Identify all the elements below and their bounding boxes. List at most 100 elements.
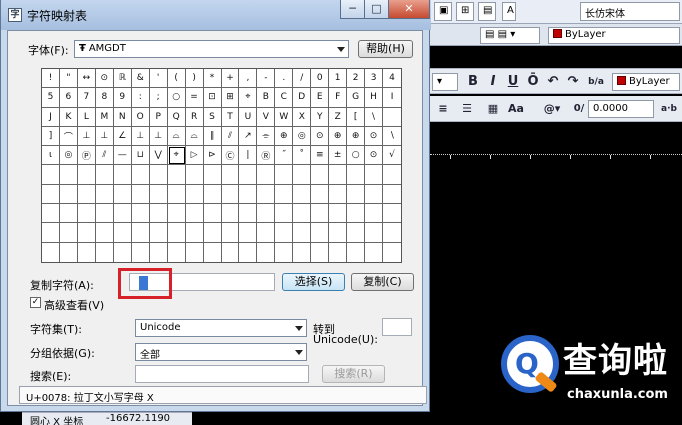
- char-cell[interactable]: [293, 242, 312, 262]
- cad-tool-icon[interactable]: A: [502, 2, 516, 21]
- char-cell[interactable]: [185, 223, 204, 243]
- char-cell[interactable]: [149, 204, 168, 224]
- char-cell[interactable]: [383, 223, 401, 243]
- char-cell[interactable]: ˝: [275, 146, 294, 166]
- char-cell[interactable]: [131, 165, 150, 185]
- char-cell[interactable]: [95, 223, 114, 243]
- dialog-titlebar[interactable]: 字 字符映射表 ─ □ ✕: [1, 0, 431, 30]
- char-cell[interactable]: [311, 242, 330, 262]
- char-cell[interactable]: [59, 223, 78, 243]
- char-cell[interactable]: [95, 165, 114, 185]
- char-cell[interactable]: [275, 184, 294, 205]
- char-cell[interactable]: [167, 204, 186, 224]
- char-cell[interactable]: [42, 223, 60, 243]
- char-cell[interactable]: C: [275, 88, 294, 108]
- char-cell[interactable]: [239, 165, 258, 185]
- char-cell[interactable]: [186, 242, 204, 262]
- char-cell[interactable]: ⊥: [77, 126, 96, 147]
- char-cell[interactable]: [311, 184, 330, 205]
- advanced-view-checkbox[interactable]: ✓: [30, 297, 41, 308]
- char-cell[interactable]: [60, 242, 78, 262]
- font-combo[interactable]: Ŧ AMGDT: [74, 40, 349, 58]
- char-cell[interactable]: M: [95, 107, 114, 127]
- char-cell[interactable]: T: [221, 107, 240, 127]
- char-cell[interactable]: G: [347, 88, 366, 108]
- char-cell[interactable]: [293, 223, 312, 243]
- char-cell[interactable]: [257, 223, 276, 243]
- char-cell[interactable]: [167, 165, 186, 185]
- char-cell[interactable]: ↔: [77, 69, 96, 89]
- char-cell[interactable]: =: [185, 88, 204, 108]
- char-cell[interactable]: ≡: [311, 146, 330, 166]
- cad-tool-icon[interactable]: ▤: [478, 2, 496, 21]
- minimize-button[interactable]: ─: [340, 0, 365, 19]
- char-cell[interactable]: 4: [383, 69, 401, 89]
- char-cell[interactable]: [221, 184, 240, 205]
- char-cell[interactable]: [: [347, 107, 366, 127]
- char-cell[interactable]: [257, 242, 276, 262]
- char-cell[interactable]: ⌒: [59, 126, 78, 147]
- char-cell[interactable]: [347, 165, 366, 185]
- char-cell[interactable]: ◎: [59, 146, 78, 166]
- char-cell[interactable]: R: [185, 107, 204, 127]
- char-cell[interactable]: ⊳: [203, 146, 222, 166]
- char-cell[interactable]: [257, 184, 276, 205]
- char-cell[interactable]: [221, 204, 240, 224]
- char-cell[interactable]: [185, 165, 204, 185]
- char-cell[interactable]: 9: [113, 88, 132, 108]
- bold-button[interactable]: B: [466, 74, 480, 90]
- char-cell[interactable]: [131, 223, 150, 243]
- char-cell[interactable]: [42, 242, 60, 262]
- char-cell[interactable]: [311, 165, 330, 185]
- char-cell[interactable]: U: [239, 107, 258, 127]
- char-cell[interactable]: [149, 223, 168, 243]
- char-cell[interactable]: [365, 165, 384, 185]
- char-cell[interactable]: [221, 165, 240, 185]
- text-color-combo[interactable]: ByLayer: [612, 73, 680, 91]
- char-cell[interactable]: [293, 184, 312, 205]
- text-ruler[interactable]: [430, 154, 682, 166]
- char-cell[interactable]: [113, 204, 132, 224]
- char-cell[interactable]: ⌯: [257, 126, 276, 147]
- char-cell[interactable]: ⊥: [131, 126, 150, 147]
- char-cell[interactable]: [149, 184, 168, 205]
- char-cell[interactable]: /: [293, 69, 312, 89]
- search-input[interactable]: [135, 365, 309, 383]
- redo-icon[interactable]: ↷: [566, 74, 580, 90]
- char-cell[interactable]: ˚: [293, 146, 312, 166]
- char-cell[interactable]: ⊕: [347, 126, 366, 147]
- char-cell[interactable]: 5: [42, 88, 60, 108]
- char-cell[interactable]: X: [293, 107, 312, 127]
- char-cell[interactable]: +: [221, 69, 240, 89]
- char-cell[interactable]: S: [203, 107, 222, 127]
- char-cell[interactable]: B: [257, 88, 276, 108]
- char-cell[interactable]: Y: [311, 107, 330, 127]
- char-cell[interactable]: E: [311, 88, 330, 108]
- char-cell[interactable]: [42, 165, 60, 185]
- char-cell[interactable]: P: [149, 107, 168, 127]
- char-cell[interactable]: [347, 242, 366, 262]
- char-cell[interactable]: ⊔: [131, 146, 150, 166]
- char-cell[interactable]: O: [131, 107, 150, 127]
- char-cell[interactable]: [365, 242, 384, 262]
- char-cell[interactable]: ⫽: [95, 146, 114, 166]
- select-button[interactable]: 选择(S): [282, 273, 345, 291]
- stack-button[interactable]: b/a: [586, 74, 606, 90]
- char-cell[interactable]: ": [59, 69, 78, 89]
- char-cell[interactable]: N: [113, 107, 132, 127]
- char-cell[interactable]: F: [329, 88, 348, 108]
- char-cell[interactable]: [311, 223, 330, 243]
- char-cell[interactable]: D: [293, 88, 312, 108]
- char-cell[interactable]: [293, 165, 312, 185]
- char-cell[interactable]: [329, 242, 348, 262]
- char-cell[interactable]: [239, 184, 258, 205]
- char-cell[interactable]: [131, 184, 150, 205]
- char-cell[interactable]: .: [275, 69, 294, 89]
- char-cell[interactable]: V: [257, 107, 276, 127]
- char-cell[interactable]: ⊥: [149, 126, 168, 147]
- insert-field-icon[interactable]: ▦: [486, 101, 500, 117]
- char-cell[interactable]: ⊕: [275, 126, 294, 147]
- char-cell[interactable]: [77, 165, 96, 185]
- char-cell[interactable]: 8: [95, 88, 114, 108]
- char-cell[interactable]: [185, 204, 204, 224]
